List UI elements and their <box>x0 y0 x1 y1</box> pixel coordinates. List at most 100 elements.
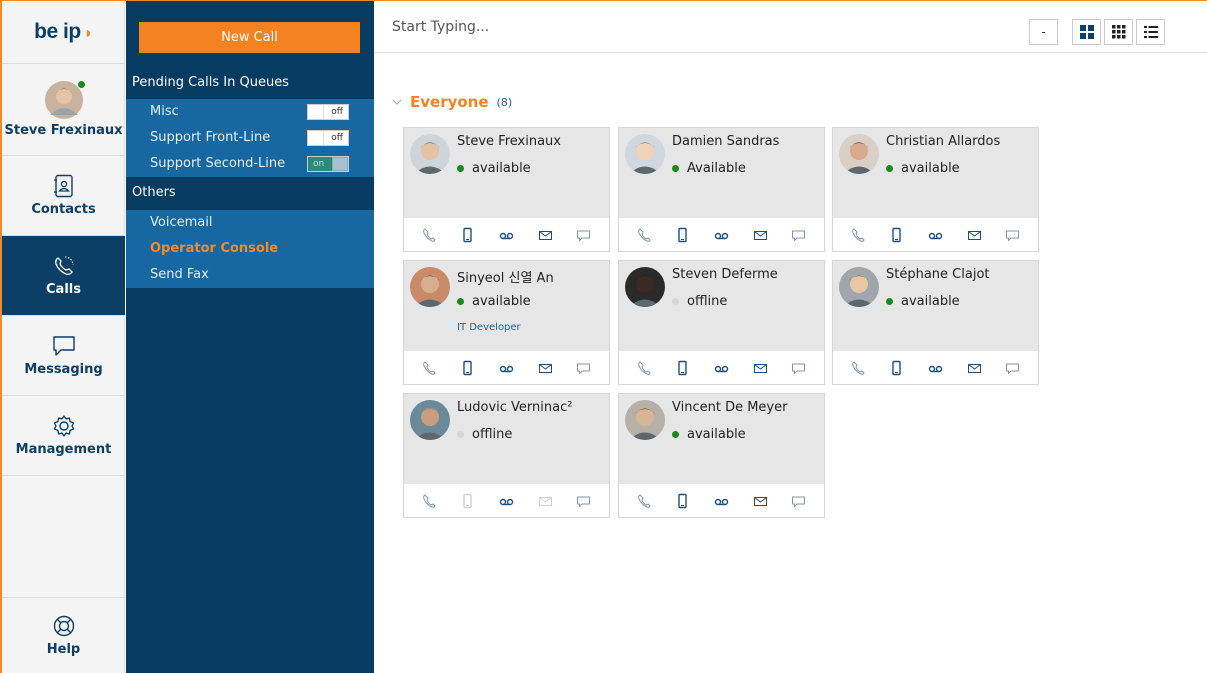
contact-card[interactable]: Damien Sandras Available <box>618 127 825 252</box>
contact-role: IT Developer <box>457 322 521 333</box>
voicemail-icon[interactable] <box>497 359 515 377</box>
chat-icon[interactable] <box>790 359 808 377</box>
mail-icon[interactable] <box>536 492 554 510</box>
contact-actions <box>619 484 824 517</box>
contact-name[interactable]: Steven Deferme <box>672 267 778 282</box>
avatar <box>44 81 85 119</box>
contact-card[interactable]: Christian Allardos available <box>832 127 1039 252</box>
voicemail-icon[interactable] <box>712 359 730 377</box>
contact-card[interactable]: Vincent De Meyer available <box>618 393 825 518</box>
contact-name[interactable]: Steve Frexinaux <box>457 134 561 149</box>
mobile-icon[interactable] <box>888 359 906 377</box>
phone-icon[interactable] <box>420 359 438 377</box>
contact-name[interactable]: Stéphane Clajot <box>886 267 990 282</box>
presence-dot <box>457 298 464 305</box>
contact-card[interactable]: Steven Deferme offline <box>618 260 825 385</box>
logo[interactable]: be ip ◗ <box>2 1 125 64</box>
mobile-icon[interactable] <box>674 359 692 377</box>
avatar <box>839 134 879 174</box>
queue-toggle[interactable]: on <box>307 156 349 172</box>
presence-dot <box>77 81 85 88</box>
contact-actions <box>619 351 824 384</box>
chat-icon[interactable] <box>575 226 593 244</box>
queue-toggle[interactable]: off <box>307 104 349 120</box>
voicemail-icon[interactable] <box>926 226 944 244</box>
view-small-grid-button[interactable] <box>1104 19 1133 45</box>
contact-status: available <box>457 161 531 176</box>
mail-icon[interactable] <box>965 359 983 377</box>
queue-toggle[interactable]: off <box>307 130 349 146</box>
mail-icon[interactable] <box>536 226 554 244</box>
contact-card[interactable]: Steve Frexinaux available <box>403 127 610 252</box>
mail-icon[interactable] <box>751 226 769 244</box>
group-everyone-header[interactable]: Everyone (8) <box>392 93 512 111</box>
mail-icon[interactable] <box>536 359 554 377</box>
voicemail-icon[interactable] <box>712 492 730 510</box>
rail-contacts[interactable]: Contacts <box>2 156 125 236</box>
search-input[interactable] <box>392 19 892 35</box>
chat-icon[interactable] <box>790 226 808 244</box>
contact-card[interactable]: Stéphane Clajot available <box>832 260 1039 385</box>
search-bar: - <box>374 1 1207 53</box>
mobile-icon[interactable] <box>459 226 477 244</box>
contact-name[interactable]: Ludovic Verninac² <box>457 400 572 415</box>
phone-icon[interactable] <box>420 226 438 244</box>
rail-help[interactable]: Help <box>2 597 125 673</box>
phone-icon[interactable] <box>635 359 653 377</box>
contact-name[interactable]: Vincent De Meyer <box>672 400 787 415</box>
menu-operator-console[interactable]: Operator Console <box>126 236 374 262</box>
contact-name[interactable]: Damien Sandras <box>672 134 779 149</box>
menu-send-fax[interactable]: Send Fax <box>126 262 374 288</box>
chat-icon[interactable] <box>1004 359 1022 377</box>
view-large-grid-button[interactable] <box>1072 19 1101 45</box>
voicemail-icon[interactable] <box>926 359 944 377</box>
queue-row-misc: Misc off <box>126 99 374 125</box>
contact-name[interactable]: Sinyeol 신열 An <box>457 267 554 286</box>
contact-card[interactable]: Ludovic Verninac² offline <box>403 393 610 518</box>
voicemail-icon[interactable] <box>712 226 730 244</box>
gear-icon <box>53 415 74 437</box>
phone-icon[interactable] <box>849 359 867 377</box>
view-list-button[interactable] <box>1136 19 1165 45</box>
phone-icon[interactable] <box>635 226 653 244</box>
list-icon <box>1143 26 1158 38</box>
contact-actions <box>404 484 609 517</box>
rail-messaging[interactable]: Messaging <box>2 316 125 396</box>
contact-info: Vincent De Meyer available <box>619 394 824 484</box>
menu-voicemail[interactable]: Voicemail <box>126 210 374 236</box>
contact-name[interactable]: Christian Allardos <box>886 134 1000 149</box>
collapse-button[interactable]: - <box>1029 19 1058 45</box>
status-text: available <box>901 294 960 309</box>
presence-dot <box>886 298 893 305</box>
status-text: Available <box>687 161 746 176</box>
voicemail-icon[interactable] <box>497 226 515 244</box>
chat-icon[interactable] <box>575 359 593 377</box>
chat-icon[interactable] <box>1004 226 1022 244</box>
contact-card[interactable]: Sinyeol 신열 An available IT Developer <box>403 260 610 385</box>
chat-bubble-icon <box>52 336 75 356</box>
mobile-icon[interactable] <box>888 226 906 244</box>
contact-actions <box>404 218 609 251</box>
mobile-icon[interactable] <box>459 359 477 377</box>
mobile-icon[interactable] <box>674 492 692 510</box>
group-label: Everyone <box>410 93 489 111</box>
voicemail-icon[interactable] <box>497 492 515 510</box>
mobile-icon[interactable] <box>674 226 692 244</box>
presence-dot <box>672 298 679 305</box>
contact-actions <box>833 351 1038 384</box>
avatar <box>625 134 665 174</box>
user-profile[interactable]: Steve Frexinaux <box>2 64 125 156</box>
mail-icon[interactable] <box>751 359 769 377</box>
mail-icon[interactable] <box>965 226 983 244</box>
user-name: Steve Frexinaux <box>4 123 123 138</box>
rail-management[interactable]: Management <box>2 396 125 476</box>
mobile-icon[interactable] <box>459 492 477 510</box>
phone-icon[interactable] <box>849 226 867 244</box>
mail-icon[interactable] <box>751 492 769 510</box>
rail-calls[interactable]: Calls <box>2 236 125 316</box>
phone-icon[interactable] <box>420 492 438 510</box>
phone-icon[interactable] <box>635 492 653 510</box>
chat-icon[interactable] <box>790 492 808 510</box>
new-call-button[interactable]: New Call <box>139 22 360 53</box>
chat-icon[interactable] <box>575 492 593 510</box>
